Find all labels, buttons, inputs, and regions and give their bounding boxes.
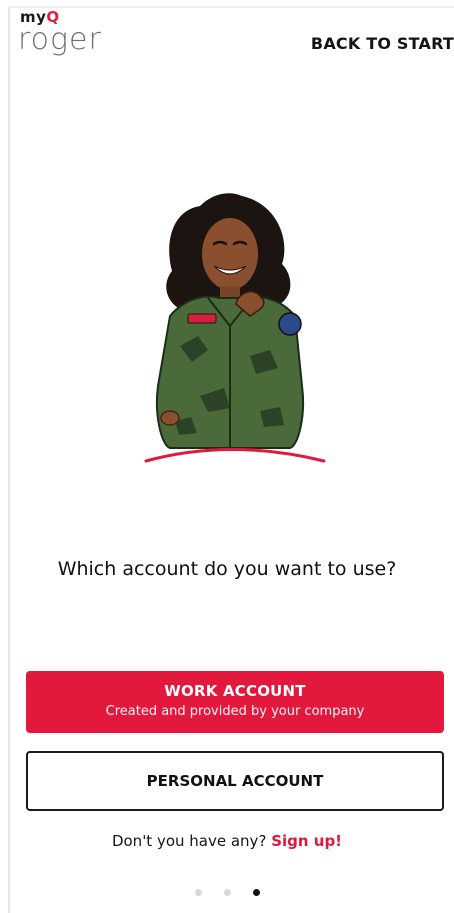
hip-hand: [160, 410, 180, 426]
signup-prompt: Don't you have any?: [111, 832, 267, 850]
hero-illustration: [144, 193, 326, 463]
work-account-button[interactable]: WORK ACCOUNT Created and provided by you…: [26, 671, 444, 733]
work-account-title: WORK ACCOUNT: [164, 682, 306, 700]
page-dot-1: [194, 889, 202, 896]
name-patch: [187, 313, 217, 324]
work-account-subtitle: Created and provided by your company: [105, 704, 365, 719]
signup-link[interactable]: Sign up!: [271, 832, 342, 850]
back-to-start-button[interactable]: BACK TO START: [311, 34, 454, 53]
shoulder-badge: [278, 312, 302, 336]
red-arc: [144, 448, 326, 463]
logo-roger-text: roger: [18, 22, 102, 57]
personal-account-button[interactable]: PERSONAL ACCOUNT: [26, 751, 444, 811]
page-dot-3: [252, 889, 260, 896]
myq-roger-logo: myQ roger: [18, 8, 138, 60]
header: myQ roger BACK TO START: [18, 8, 454, 68]
signup-row: Don't you have any? Sign up!: [0, 832, 454, 850]
page-dot-2: [223, 889, 231, 896]
page-indicator: [0, 889, 454, 896]
face-shape: [202, 218, 258, 290]
account-question: Which account do you want to use?: [57, 558, 397, 580]
